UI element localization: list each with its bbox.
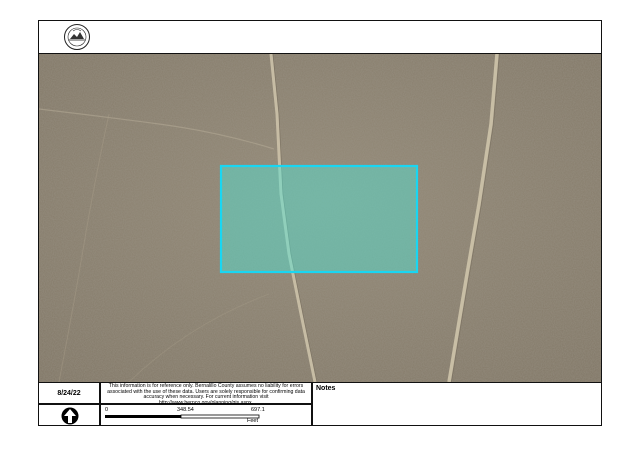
scale-label-max: 697.1 — [251, 407, 265, 413]
scale-bar-graphic — [105, 414, 260, 419]
county-seal-icon — [53, 23, 101, 51]
north-arrow-cell — [38, 404, 100, 426]
map-footer: 8/24/22 This information is for referenc… — [38, 382, 602, 426]
notes-panel[interactable]: Notes — [312, 382, 602, 426]
scale-label-0: 0 — [105, 407, 109, 413]
scale-unit: Feet — [247, 418, 259, 424]
header-bar — [38, 20, 602, 54]
notes-title: Notes — [316, 385, 336, 392]
aerial-map[interactable] — [39, 54, 601, 382]
scale-label-mid: 348.54 — [177, 407, 194, 413]
print-date: 8/24/22 — [38, 382, 100, 404]
parcel-highlight — [219, 164, 419, 274]
north-arrow-icon — [61, 407, 79, 425]
scale-bar: 0 348.54 697.1 Feet — [100, 404, 312, 426]
disclaimer-text: This information is for reference only. … — [100, 382, 312, 406]
